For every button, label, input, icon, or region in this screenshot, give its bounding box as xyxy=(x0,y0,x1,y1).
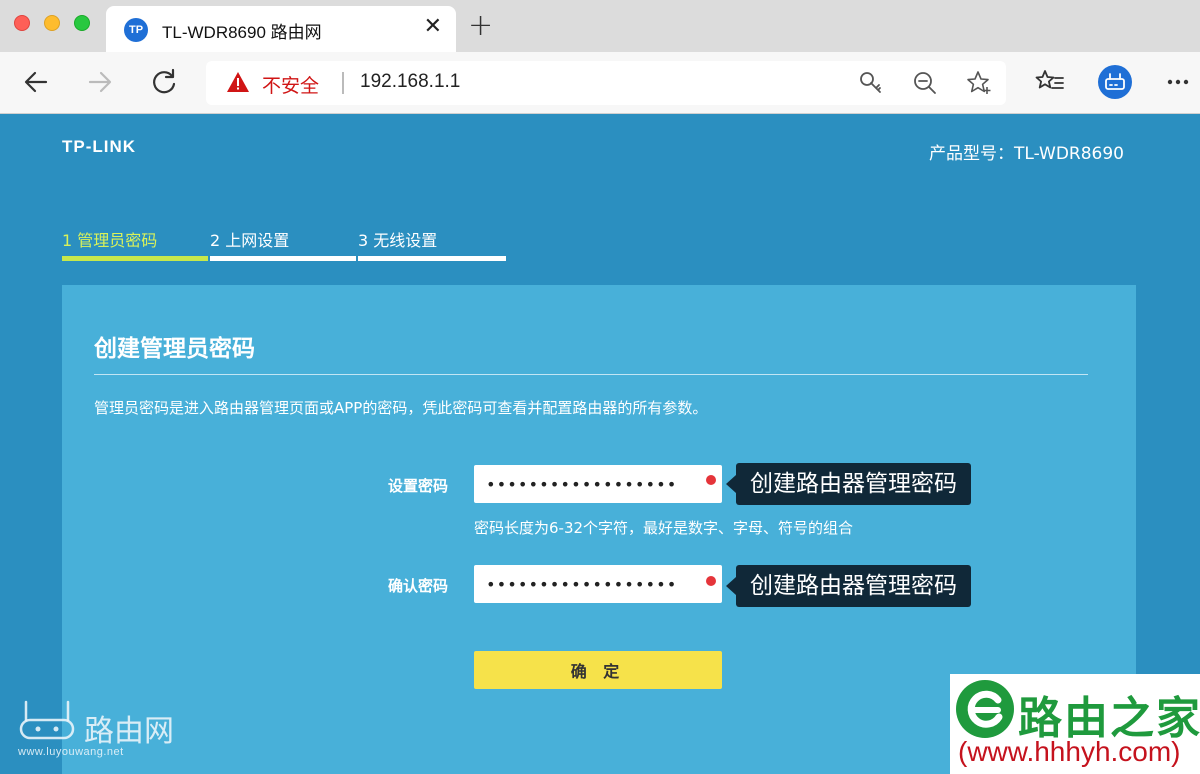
required-dot xyxy=(706,576,716,586)
confirm-password-input[interactable] xyxy=(474,565,722,603)
step-label: 3 无线设置 xyxy=(358,231,438,250)
tab-title: TL-WDR8690 路由网 xyxy=(162,23,322,42)
hhhyh-watermark: 路由之家 (www.hhhyh.com) xyxy=(950,674,1200,774)
step-label: 2 上网设置 xyxy=(210,231,290,250)
key-icon[interactable] xyxy=(858,70,884,96)
password-input[interactable] xyxy=(474,465,722,503)
browser-tab-bar: TP TL-WDR8690 路由网 ✕ + xyxy=(0,0,1200,52)
star-icon[interactable] xyxy=(966,70,992,96)
confirm-button[interactable]: 确 定 xyxy=(474,651,722,689)
browser-tab[interactable]: TP TL-WDR8690 路由网 ✕ xyxy=(106,6,456,52)
address-divider xyxy=(342,72,344,94)
maximize-window-button[interactable] xyxy=(74,15,90,31)
luyouwang-watermark: 路由网 www.luyouwang.net xyxy=(14,692,194,766)
step-progress-bar xyxy=(210,256,356,261)
confirm-password-label: 确认密码 xyxy=(388,577,449,595)
step-admin-password[interactable]: 1 管理员密码 xyxy=(62,227,208,261)
watermark-url: www.luyouwang.net xyxy=(18,746,124,758)
security-status[interactable]: 不安全 xyxy=(262,71,319,98)
password-hint: 密码长度为6-32个字符，最好是数字、字母、符号的组合 xyxy=(474,519,854,537)
watermark-text: 路由网 xyxy=(84,714,174,749)
step-progress-bar xyxy=(358,256,506,261)
url-text[interactable]: 192.168.1.1 xyxy=(360,71,460,93)
page-title: 创建管理员密码 xyxy=(94,336,255,362)
more-icon[interactable] xyxy=(1162,66,1194,98)
password-label: 设置密码 xyxy=(388,477,449,495)
title-divider xyxy=(94,374,1088,375)
close-window-button[interactable] xyxy=(14,15,30,31)
reload-icon[interactable] xyxy=(148,66,180,98)
required-dot xyxy=(706,475,716,485)
router-home-logo-icon xyxy=(956,680,1014,738)
step-internet-settings[interactable]: 2 上网设置 xyxy=(210,227,356,261)
profile-icon[interactable] xyxy=(1097,64,1133,100)
confirm-annotation: 创建路由器管理密码 xyxy=(726,565,971,607)
zoom-out-icon[interactable] xyxy=(912,70,938,96)
browser-toolbar: 不安全 192.168.1.1 xyxy=(0,52,1200,114)
forward-icon[interactable] xyxy=(84,66,116,98)
step-label: 1 管理员密码 xyxy=(62,231,158,250)
warning-icon[interactable] xyxy=(226,71,250,93)
router-logo-icon xyxy=(19,700,75,740)
brand-logo: TP-LINK xyxy=(62,137,137,156)
password-annotation: 创建路由器管理密码 xyxy=(726,463,971,505)
product-model: 产品型号：TL-WDR8690 xyxy=(929,144,1124,164)
tp-link-favicon-icon: TP xyxy=(124,18,148,42)
tab-close-icon[interactable]: ✕ xyxy=(424,14,442,39)
card-description: 管理员密码是进入路由器管理页面或APP的密码，凭此密码可查看并配置路由器的所有参… xyxy=(94,399,708,417)
setup-steps: 1 管理员密码 2 上网设置 3 无线设置 xyxy=(62,227,522,261)
watermark-url: (www.hhhyh.com) xyxy=(958,736,1181,767)
back-icon[interactable] xyxy=(20,66,52,98)
step-progress-bar xyxy=(62,256,208,261)
address-bar[interactable]: 不安全 192.168.1.1 xyxy=(206,61,1006,105)
minimize-window-button[interactable] xyxy=(44,15,60,31)
step-wireless-settings[interactable]: 3 无线设置 xyxy=(358,227,506,261)
favorites-icon[interactable] xyxy=(1034,66,1066,98)
new-tab-icon[interactable]: + xyxy=(468,8,493,43)
